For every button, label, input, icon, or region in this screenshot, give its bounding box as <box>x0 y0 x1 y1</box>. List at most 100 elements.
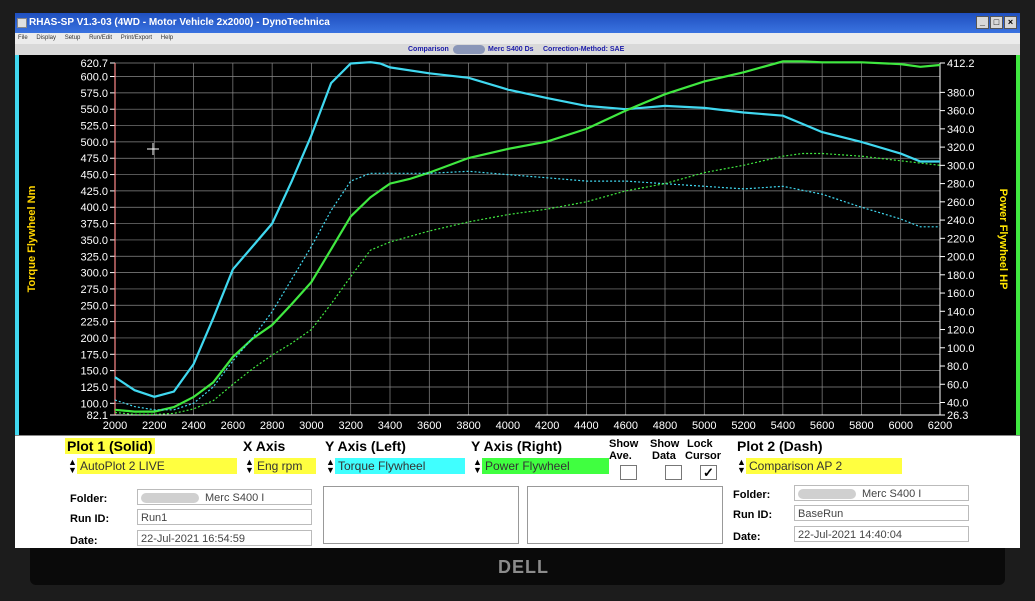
dyno-chart[interactable]: 2000 2200 2400 2600 2800 3000 3200 3400 3600 3800… <box>15 55 1020 435</box>
x-tick-label: 4800 <box>653 420 677 432</box>
menu-setup[interactable]: Setup <box>65 35 81 41</box>
y-left-tick-label: 550.0 <box>80 104 108 116</box>
y-right-tick-label: 60.0 <box>947 379 968 391</box>
y-right-tick-label: 380.0 <box>947 87 975 99</box>
plot2-runid-field: BaseRun <box>794 505 969 521</box>
x-tick-label: 2800 <box>260 420 284 432</box>
y-right-tick-label: 300.0 <box>947 160 975 172</box>
xaxis-header: X Axis <box>243 438 286 454</box>
plot2-folder-field: Merc S400 I <box>794 485 969 501</box>
x-tick-label: 6000 <box>888 420 912 432</box>
redacted-blur <box>141 493 199 504</box>
y-right-tick-label: 340.0 <box>947 124 975 136</box>
plot2-folder-label: Folder: <box>733 489 771 501</box>
show-data-checkbox[interactable] <box>665 465 682 480</box>
y-right-tick-label: 80.0 <box>947 361 968 373</box>
y-left-tick-label: 620.7 <box>80 58 108 70</box>
y-right-tick-label: 200.0 <box>947 252 975 264</box>
y-right-tick-label: 280.0 <box>947 179 975 191</box>
window-title: RHAS-SP V1.3-03 (4WD - Motor Vehicle 2x2… <box>29 17 330 28</box>
x-tick-label: 5200 <box>731 420 755 432</box>
right-axis-panel <box>527 486 723 544</box>
plot1-select[interactable]: AutoPlot 2 LIVE <box>77 458 237 474</box>
y-left-tick-label: 350.0 <box>80 235 108 247</box>
minimize-button[interactable]: _ <box>976 16 989 29</box>
plot1-header: Plot 1 (Solid) <box>65 438 155 454</box>
yaxis-left-select[interactable]: Torque Flywheel <box>335 458 465 474</box>
y-left-tick-label: 600.0 <box>80 72 108 84</box>
y-left-tick-label: 275.0 <box>80 284 108 296</box>
plot2-date-field: 22-Jul-2021 14:40:04 <box>794 526 969 542</box>
right-edge-accent <box>1016 55 1020 435</box>
menu-run-edit[interactable]: Run/Edit <box>89 35 112 41</box>
yaxis-left-header: Y Axis (Left) <box>325 438 406 454</box>
y-right-tick-label: 120.0 <box>947 325 975 337</box>
yaxis-right-spin-icon[interactable]: ▲ ▼ <box>473 458 482 475</box>
y-right-tick-label: 260.0 <box>947 197 975 209</box>
y-right-tick-label: 180.0 <box>947 270 975 282</box>
plot1-date-label: Date: <box>70 535 98 547</box>
plot1-runid-field: Run1 <box>137 509 312 525</box>
show-ave-checkbox[interactable] <box>620 465 637 480</box>
y-right-tick-label: 412.2 <box>947 58 975 70</box>
plot1-folder-field: Merc S400 I <box>137 489 312 505</box>
show-data-label-bottom: Data <box>652 450 676 462</box>
y-left-tick-label: 200.0 <box>80 333 108 345</box>
x-tick-label: 2200 <box>142 420 166 432</box>
y-left-tick-label: 425.0 <box>80 186 108 198</box>
y-right-tick-label: 220.0 <box>947 233 975 245</box>
y-right-tick-label: 320.0 <box>947 142 975 154</box>
redacted-blur <box>798 489 856 500</box>
x-tick-label: 3800 <box>456 420 480 432</box>
y-right-tick-label: 240.0 <box>947 215 975 227</box>
plot2-select[interactable]: Comparison AP 2 <box>746 458 902 474</box>
y-left-tick-label: 450.0 <box>80 170 108 182</box>
y-left-tick-label: 100.0 <box>80 398 108 410</box>
menu-file[interactable]: File <box>18 35 28 41</box>
plot1-folder-label: Folder: <box>70 493 108 505</box>
app-icon <box>17 18 27 28</box>
plot2-spin-icon[interactable]: ▲ ▼ <box>737 458 746 475</box>
comparison-label: Comparison <box>408 46 449 53</box>
menu-help[interactable]: Help <box>161 35 173 41</box>
show-ave-label-top: Show <box>609 438 639 450</box>
x-tick-label: 3200 <box>338 420 362 432</box>
menu-display[interactable]: Display <box>36 35 56 41</box>
y-right-tick-label: 140.0 <box>947 306 975 318</box>
redacted-blur <box>453 45 485 54</box>
y-right-tick-label: 160.0 <box>947 288 975 300</box>
xaxis-select[interactable]: Eng rpm <box>254 458 316 474</box>
yaxis-left-spin-icon[interactable]: ▲ ▼ <box>326 458 335 475</box>
y-left-tick-label: 475.0 <box>80 153 108 165</box>
lock-cursor-label-bottom: Cursor <box>685 450 722 462</box>
x-tick-label: 2400 <box>181 420 205 432</box>
correction-method-label: Correction-Method: SAE <box>543 46 625 53</box>
x-tick-label: 5000 <box>692 420 716 432</box>
brand-logo: DELL <box>498 557 549 577</box>
y-left-tick-label: 300.0 <box>80 268 108 280</box>
lock-cursor-label-top: Lock <box>687 438 713 450</box>
show-data-label-top: Show <box>650 438 680 450</box>
x-tick-label: 4400 <box>574 420 598 432</box>
y-right-tick-label: 360.0 <box>947 106 975 118</box>
y-left-tick-label: 82.1 <box>87 410 108 422</box>
x-tick-label: 4000 <box>496 420 520 432</box>
y-right-tick-label: 40.0 <box>947 398 968 410</box>
y-left-tick-label: 525.0 <box>80 121 108 133</box>
yaxis-right-select[interactable]: Power Flywheel <box>482 458 609 474</box>
y-left-tick-label: 325.0 <box>80 251 108 263</box>
y-right-tick-label: 100.0 <box>947 343 975 355</box>
left-axis-panel <box>323 486 519 544</box>
x-tick-label: 5400 <box>771 420 795 432</box>
lock-cursor-checkbox[interactable]: ✓ <box>700 465 717 480</box>
x-tick-label: 4600 <box>613 420 637 432</box>
close-button[interactable]: × <box>1004 16 1017 29</box>
y-left-tick-label: 175.0 <box>80 349 108 361</box>
plot1-runid-label: Run ID: <box>70 513 110 525</box>
y-left-tick-label: 225.0 <box>80 317 108 329</box>
xaxis-spin-icon[interactable]: ▲ ▼ <box>245 458 254 475</box>
y-left-tick-label: 150.0 <box>80 366 108 378</box>
plot1-spin-icon[interactable]: ▲ ▼ <box>68 458 77 475</box>
menu-print-export[interactable]: Print/Export <box>121 35 152 41</box>
maximize-button[interactable]: □ <box>990 16 1003 29</box>
